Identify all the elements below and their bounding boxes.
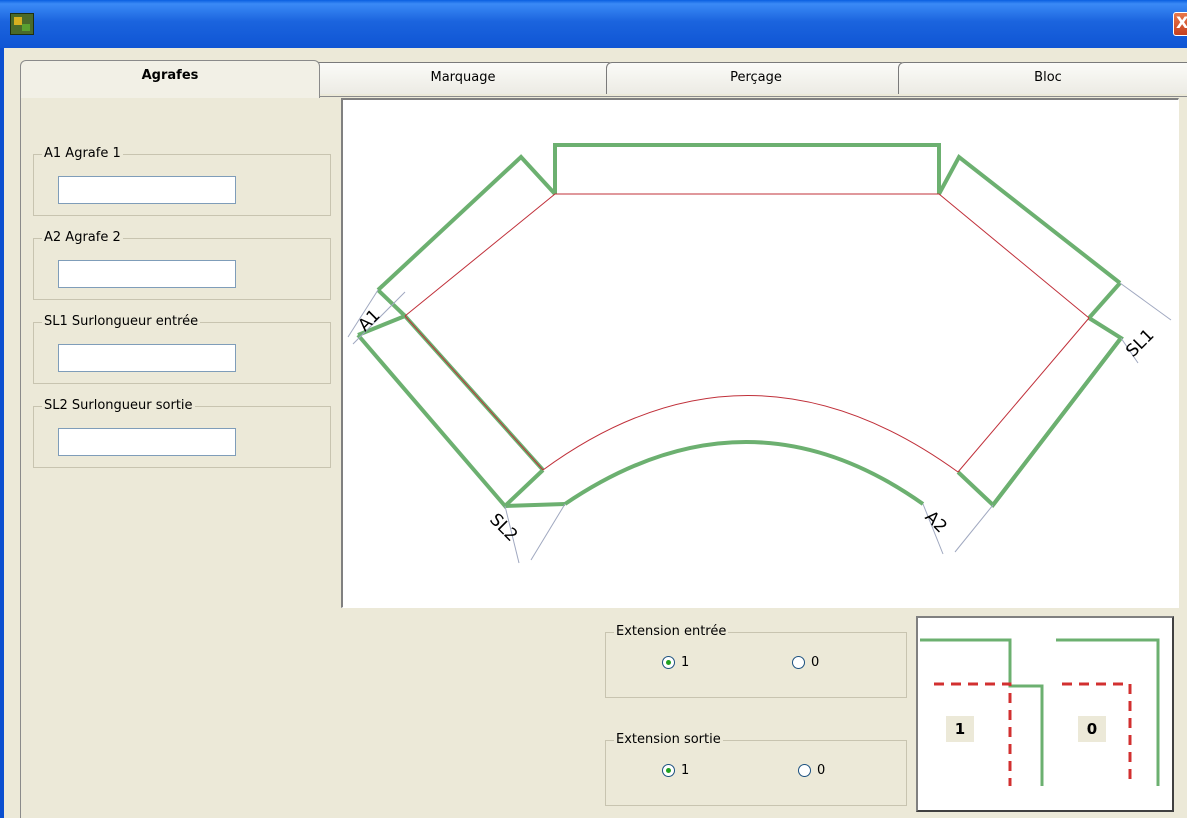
a2-label: A2 Agrafe 2	[42, 230, 123, 246]
tab-percage[interactable]: Perçage	[606, 62, 906, 94]
window-frame	[0, 48, 4, 818]
group-a1: A1 Agrafe 1	[33, 146, 331, 216]
extension-sortie-option-0[interactable]: 0	[798, 761, 825, 781]
preview-label-1: 1	[946, 716, 974, 742]
extension-sortie-label: Extension sortie	[614, 732, 723, 748]
extension-entree-label: Extension entrée	[614, 624, 729, 640]
sl1-dimension-label: SL1	[1122, 325, 1158, 361]
extension-preview: 1 0	[916, 616, 1174, 812]
a2-input[interactable]	[58, 260, 236, 288]
tab-marquage[interactable]: Marquage	[312, 62, 614, 94]
sl2-input[interactable]	[58, 428, 236, 456]
a2-dimension-label: A2	[921, 507, 951, 537]
dimension-lines	[347, 282, 1172, 564]
sl1-input[interactable]	[58, 344, 236, 372]
sl1-label: SL1 Surlongueur entrée	[42, 314, 201, 330]
option-label: 1	[681, 763, 690, 778]
close-button[interactable]: X	[1173, 12, 1187, 36]
extension-entree-option-0[interactable]: 0	[792, 653, 819, 673]
extension-preview-drawing	[920, 638, 1160, 786]
tab-agrafes[interactable]: Agrafes	[20, 60, 320, 98]
radio-button[interactable]	[798, 764, 811, 777]
a1-input[interactable]	[58, 176, 236, 204]
diagram-canvas: A1 SL1 SL2 A2	[341, 98, 1179, 608]
sl2-dimension-label: SL2	[485, 510, 521, 546]
radio-button[interactable]	[662, 656, 675, 669]
title-bar: X	[0, 0, 1187, 48]
a1-label: A1 Agrafe 1	[42, 146, 123, 162]
sl2-label: SL2 Surlongueur sortie	[42, 398, 195, 414]
part-outline	[356, 143, 1124, 509]
radio-button[interactable]	[792, 656, 805, 669]
group-a2: A2 Agrafe 2	[33, 230, 331, 300]
a1-dimension-label: A1	[354, 306, 384, 336]
tab-bloc[interactable]: Bloc	[898, 62, 1187, 94]
center-line	[404, 193, 1090, 473]
preview-outline	[920, 638, 1160, 786]
option-label: 0	[817, 763, 826, 778]
app-icon	[10, 13, 34, 35]
group-sl1: SL1 Surlongueur entrée	[33, 314, 331, 384]
extension-sortie-option-1[interactable]: 1	[662, 761, 689, 781]
option-label: 0	[811, 655, 820, 670]
tab-strip: Marquage Perçage Bloc Agrafes	[20, 60, 1187, 98]
group-extension-entree: Extension entrée 1 0	[605, 624, 907, 698]
radio-button[interactable]	[662, 764, 675, 777]
preview-label-0: 0	[1078, 716, 1106, 742]
group-sl2: SL2 Surlongueur sortie	[33, 398, 331, 468]
extension-entree-option-1[interactable]: 1	[662, 653, 689, 673]
bend-diagram: A1 SL1 SL2 A2	[347, 143, 1172, 564]
group-extension-sortie: Extension sortie 1 0	[605, 732, 907, 806]
option-label: 1	[681, 655, 690, 670]
